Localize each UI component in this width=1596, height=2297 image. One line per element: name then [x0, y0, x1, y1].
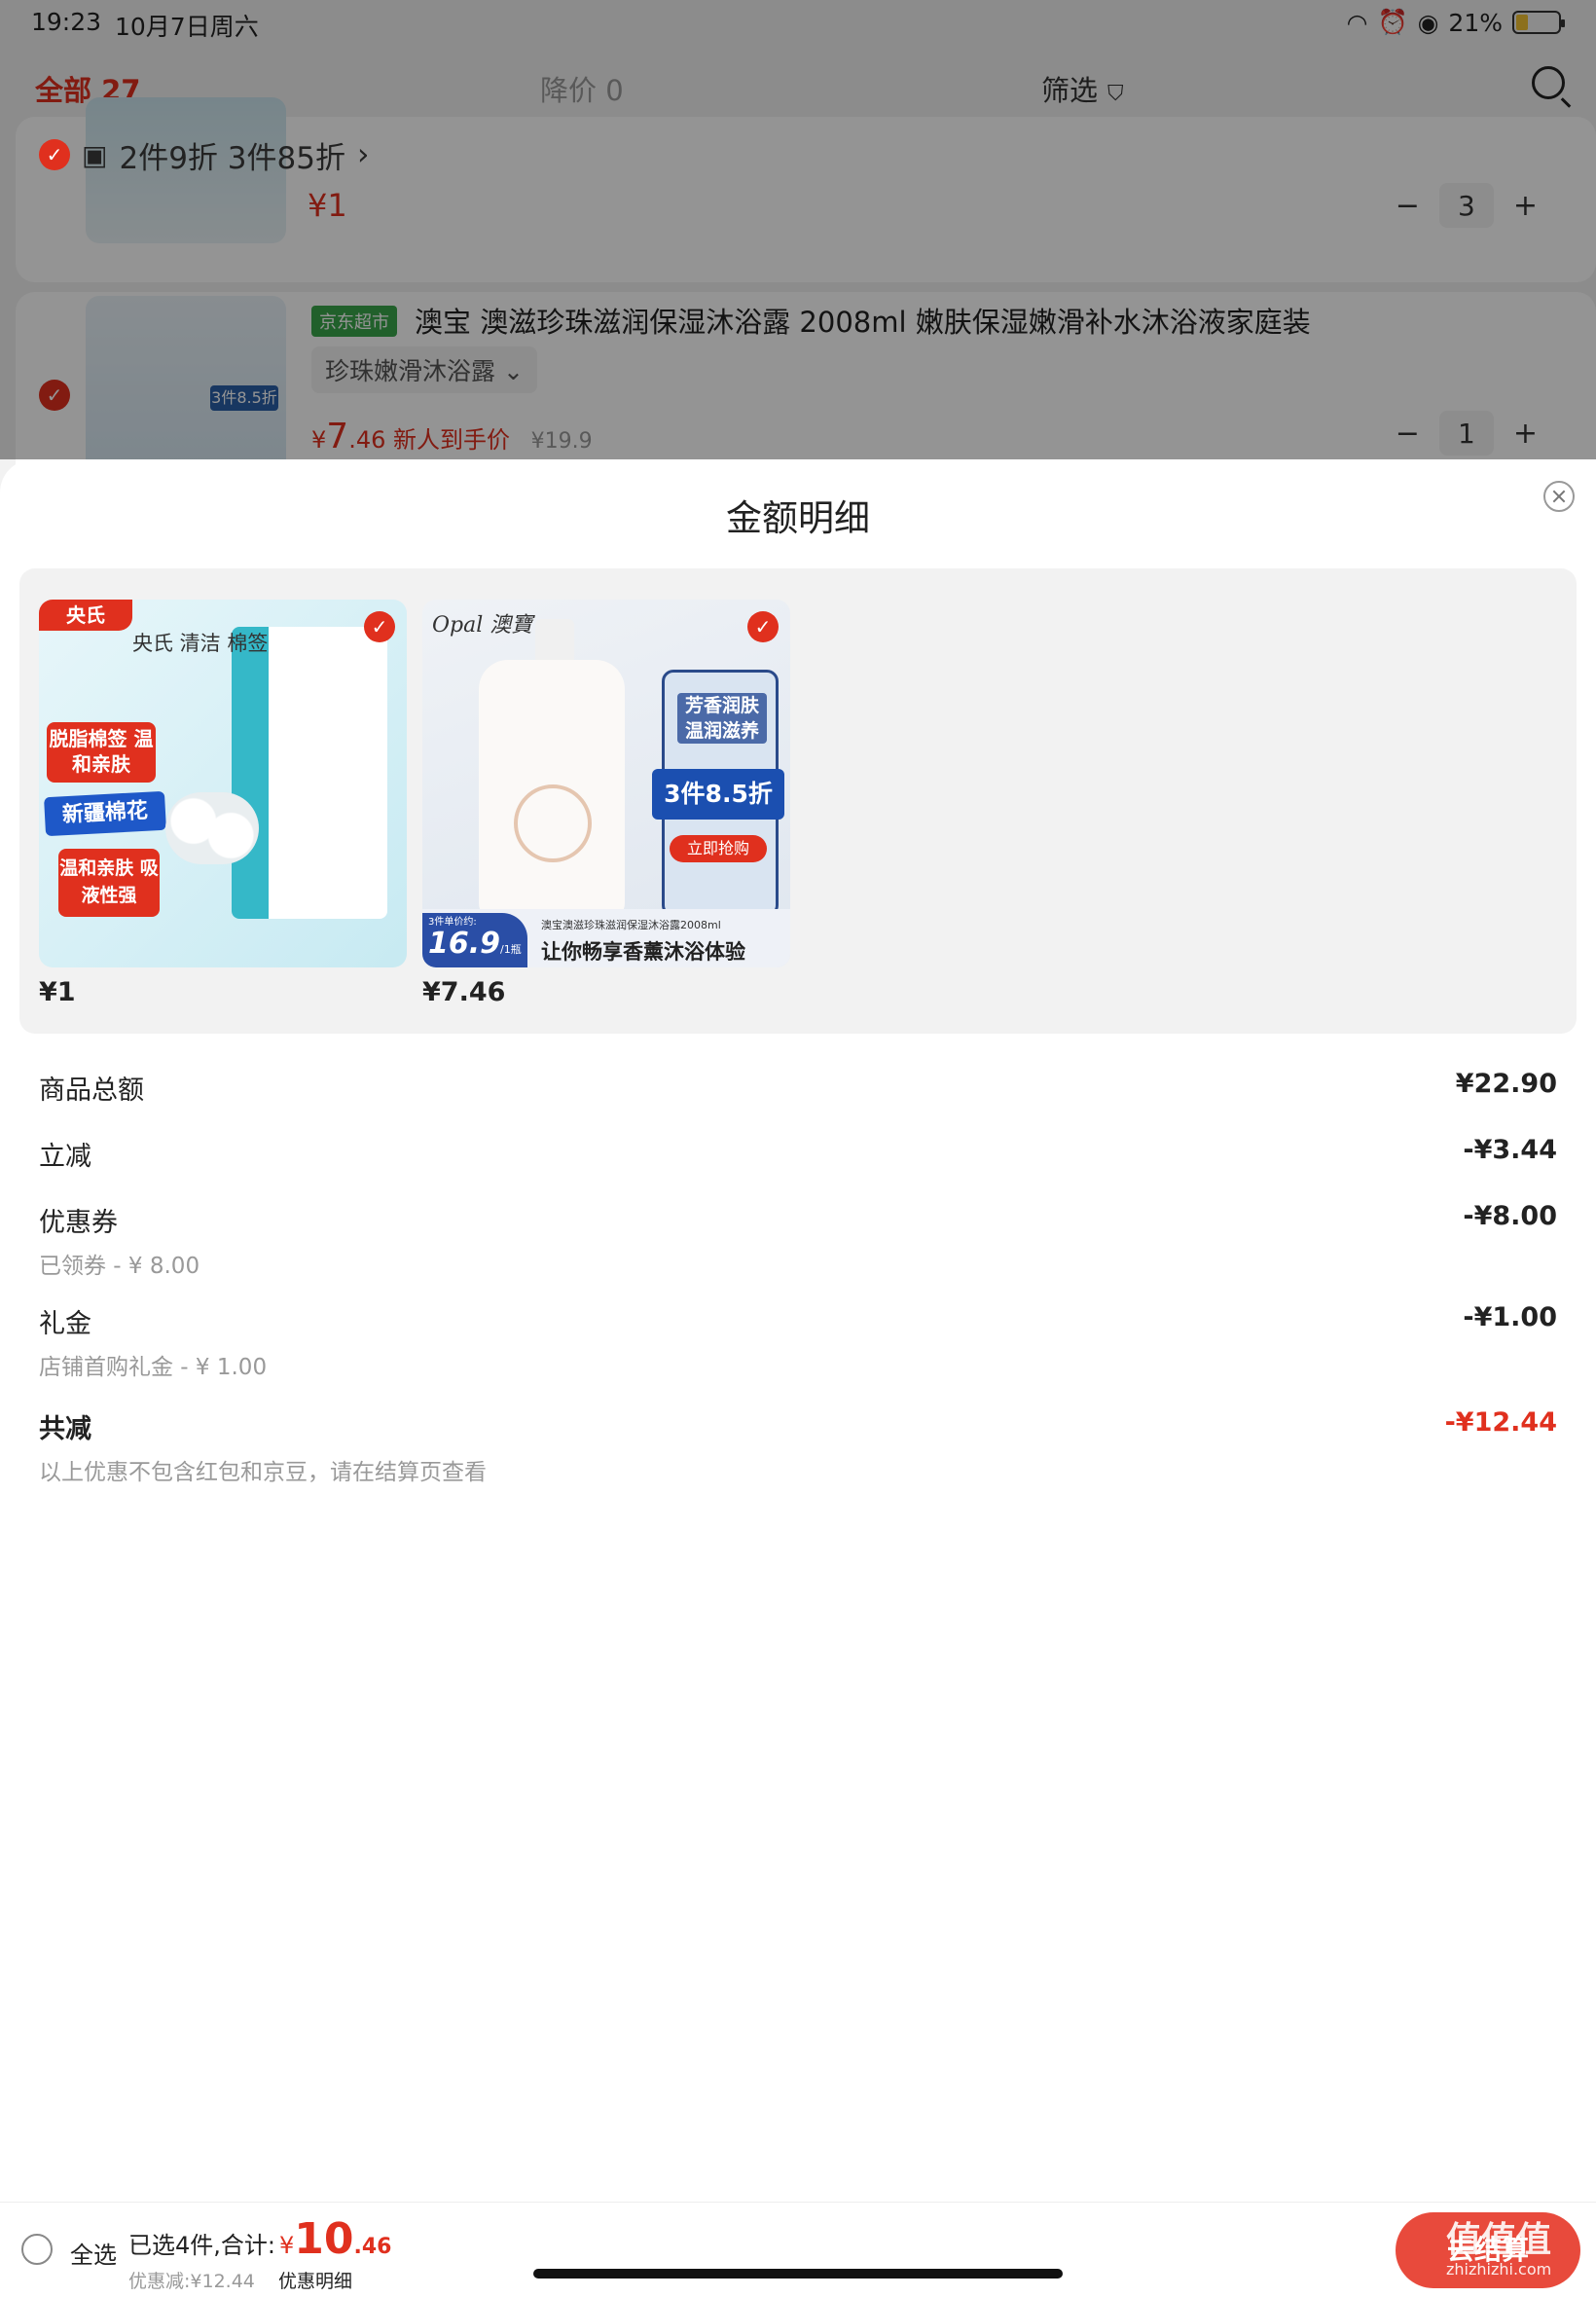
image-bottle-ring: [514, 784, 592, 862]
row-instant-discount: 立减 -¥3.44: [39, 1135, 1557, 1201]
row-label: 优惠券: [39, 1208, 118, 1238]
check-icon[interactable]: ✓: [364, 611, 395, 642]
image-caption: 澳宝澳滋珍珠滋润保湿沐浴露2008ml: [541, 919, 721, 931]
product-price: ¥1: [39, 977, 76, 1007]
select-all-checkbox[interactable]: [21, 2234, 53, 2265]
close-icon[interactable]: [1543, 481, 1575, 512]
row-label: 立减: [39, 1142, 91, 1172]
row-gift: 礼金 店铺首购礼金 - ¥ 1.00 -¥1.00: [39, 1302, 1557, 1407]
row-label: 商品总额: [39, 1076, 144, 1106]
image-bag-text: 央氏 清洁 棉签: [132, 632, 269, 655]
checkout-bar: 全选 已选4件,合计: ¥ 10 .46 优惠减:¥12.44 优惠明细 去结算: [0, 2202, 1596, 2297]
total-currency: ¥: [278, 2232, 295, 2259]
store-icon: ▣: [82, 138, 108, 171]
promo-label: 2件9折 3件85折: [119, 140, 345, 176]
image-bottle-pump: [535, 619, 574, 664]
image-unit-price: 3件单价约: 16.9/1瓶: [422, 913, 527, 967]
row-subtotal: 商品总额 ¥22.90: [39, 1069, 1557, 1135]
row-total-discount: 共减 以上优惠不包含红包和京豆，请在结算页查看 -¥12.44: [39, 1407, 1557, 1485]
row-value: -¥1.00: [1463, 1302, 1557, 1332]
total-summary: 已选4件,合计: ¥ 10 .46: [128, 2214, 391, 2264]
row-value: -¥3.44: [1463, 1135, 1557, 1165]
selected-product-card[interactable]: 央氏 央氏 清洁 棉签 脱脂棉签 温和亲肤 新疆棉花 温和亲肤 吸液性强 ✓ ¥…: [39, 600, 407, 1007]
chevron-right-icon: ›: [356, 137, 370, 172]
discount-summary: 优惠减:¥12.44: [128, 2271, 255, 2292]
select-all-label[interactable]: 全选: [70, 2236, 117, 2270]
row-value: -¥8.00: [1463, 1201, 1557, 1231]
amount-rows: 商品总额 ¥22.90 立减 -¥3.44 优惠券 已领券 - ¥ 8.00 -…: [39, 1069, 1557, 1485]
watermark: 值值值: [1446, 2220, 1552, 2260]
row-coupon: 优惠券 已领券 - ¥ 8.00 -¥8.00: [39, 1201, 1557, 1302]
image-badge: 温和亲肤 吸液性强: [58, 849, 160, 917]
selected-product-card[interactable]: Opal 澳寶 芳香润肤 温润滋养 3件8.5折 立即抢购 3件单价约: 16.…: [422, 600, 790, 1007]
image-badge: 脱脂棉签 温和亲肤: [47, 722, 156, 783]
row-sub: 店铺首购礼金 - ¥ 1.00: [39, 1355, 268, 1380]
check-icon[interactable]: ✓: [747, 611, 779, 642]
image-offer: 3件8.5折: [652, 769, 784, 820]
row-sub: 以上优惠不包含红包和京豆，请在结算页查看: [39, 1460, 487, 1485]
image-unit-per: /1瓶: [500, 943, 522, 956]
selected-products-strip: 央氏 央氏 清洁 棉签 脱脂棉签 温和亲肤 新疆棉花 温和亲肤 吸液性强 ✓ ¥…: [19, 568, 1577, 1034]
row-label: 礼金: [39, 1309, 91, 1339]
total-dec: .46: [353, 2235, 392, 2259]
product-image[interactable]: Opal 澳寶 芳香润肤 温润滋养 3件8.5折 立即抢购 3件单价约: 16.…: [422, 600, 790, 967]
sheet-title: 金额明细: [726, 497, 870, 539]
image-badge: 新疆棉花: [44, 790, 166, 837]
check-icon[interactable]: ✓: [39, 139, 70, 170]
product-price: ¥7.46: [422, 977, 506, 1007]
image-button: 立即抢购: [670, 835, 767, 862]
image-brand: Opal 澳寶: [432, 613, 533, 638]
image-unit-value: 16.9: [428, 927, 501, 961]
image-unit-label: 3件单价约:: [428, 917, 477, 928]
image-cotton: [165, 792, 259, 864]
product-image[interactable]: 央氏 央氏 清洁 棉签 脱脂棉签 温和亲肤 新疆棉花 温和亲肤 吸液性强 ✓: [39, 600, 407, 967]
promo-row[interactable]: ✓ ▣ 2件9折 3件85折 ›: [39, 132, 369, 177]
row-label: 共减: [39, 1414, 91, 1444]
row-sub: 已领券 - ¥ 8.00: [39, 1254, 200, 1279]
discount-detail-link[interactable]: 优惠明细: [278, 2267, 352, 2293]
image-brand: 央氏: [39, 600, 132, 631]
watermark-url: zhizhizhi.com: [1446, 2260, 1552, 2279]
total-int: 10: [294, 2214, 354, 2264]
home-indicator[interactable]: [533, 2269, 1063, 2279]
row-value: ¥22.90: [1455, 1069, 1557, 1099]
image-slogan: 让你畅享香薰沐浴体验: [541, 940, 745, 964]
row-value: -¥12.44: [1444, 1407, 1557, 1438]
image-panel-text: 芳香润肤 温润滋养: [677, 693, 767, 744]
summary-prefix: 已选4件,合计:: [128, 2232, 275, 2259]
image-bag: [232, 627, 387, 919]
dim-overlay[interactable]: [0, 0, 1596, 459]
